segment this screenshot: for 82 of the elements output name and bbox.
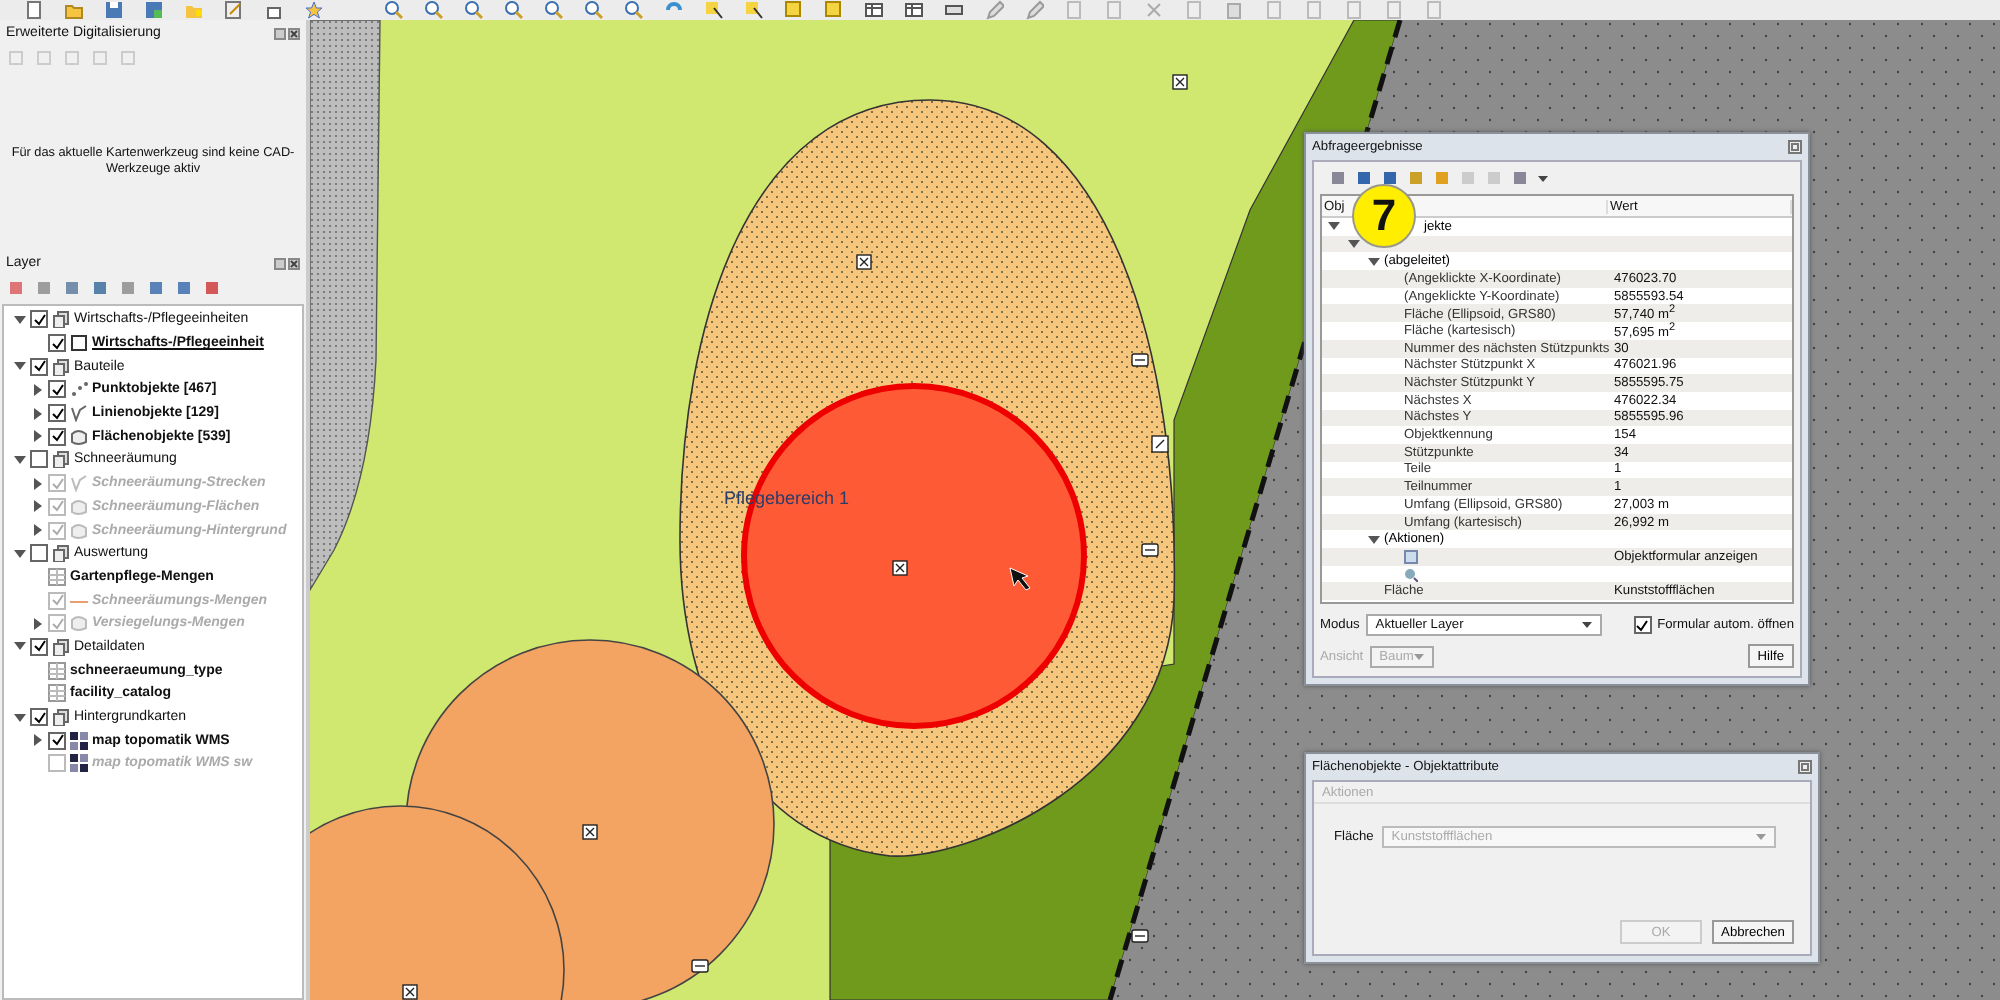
collapse-arrow-icon[interactable] <box>14 360 26 373</box>
layer-group-icon <box>52 544 70 563</box>
cross-marker-icon <box>1172 74 1188 90</box>
collapse-arrow-icon[interactable] <box>1328 220 1340 233</box>
line-icon <box>70 404 88 423</box>
layer-checkbox[interactable] <box>30 637 48 656</box>
cursor-icon <box>1009 567 1031 591</box>
table-icon <box>48 661 66 680</box>
layer-checkbox[interactable] <box>30 708 48 727</box>
bench-marker-icon <box>1131 929 1149 943</box>
cross-marker-icon <box>856 254 872 270</box>
ruler-icon[interactable] <box>944 0 964 20</box>
collapse-arrow-icon[interactable] <box>1368 533 1380 546</box>
area-icon <box>70 427 88 446</box>
layer-checkbox[interactable] <box>48 427 66 446</box>
bench-marker-icon <box>1141 543 1159 557</box>
layer-checkbox[interactable] <box>48 334 66 353</box>
table-icon[interactable] <box>864 0 884 20</box>
cross-marker-icon <box>402 984 418 1000</box>
raster-icon <box>70 754 88 773</box>
collapse-arrow-icon[interactable] <box>14 547 26 560</box>
zoom-icon[interactable] <box>504 0 524 20</box>
collapse-arrow-icon[interactable] <box>14 640 26 653</box>
zoom-icon[interactable] <box>464 0 484 20</box>
caret-icon <box>1413 651 1424 661</box>
search-settings-icon[interactable] <box>1404 567 1418 582</box>
cross-marker-icon <box>582 824 598 840</box>
restore-icon[interactable] <box>1798 760 1812 774</box>
table-icon <box>48 567 66 586</box>
zoom-icon[interactable] <box>584 0 604 20</box>
layer-group-icon <box>52 708 70 727</box>
star-icon[interactable] <box>304 0 324 20</box>
area-icon <box>70 614 88 633</box>
polygon-icon <box>70 334 88 353</box>
layer-group-icon <box>52 637 70 656</box>
expand-arrow-icon[interactable] <box>32 407 44 420</box>
layer-group-icon <box>52 310 70 329</box>
close-icon[interactable] <box>288 27 300 39</box>
expand-arrow-icon[interactable] <box>32 383 44 396</box>
layer-checkbox[interactable] <box>48 404 66 423</box>
layer-checkbox[interactable] <box>48 731 66 750</box>
restore-icon[interactable] <box>1788 140 1802 154</box>
table-icon <box>48 684 66 703</box>
points-icon <box>70 380 88 399</box>
close-icon[interactable] <box>288 257 300 269</box>
layer-checkbox[interactable] <box>30 544 48 563</box>
zoom-icon[interactable] <box>544 0 564 20</box>
caret-icon <box>1755 832 1766 842</box>
layer-group-icon <box>52 357 70 376</box>
layer-group-icon <box>52 450 70 469</box>
page-icon[interactable] <box>224 0 244 20</box>
save-icon[interactable] <box>104 0 124 20</box>
save-icon[interactable] <box>144 0 164 20</box>
layer-checkbox[interactable] <box>30 357 48 376</box>
collapse-arrow-icon[interactable] <box>14 313 26 326</box>
select-icon[interactable] <box>744 0 764 20</box>
collapse-arrow-icon[interactable] <box>14 453 26 466</box>
line-icon <box>70 474 88 493</box>
caret-icon[interactable] <box>1538 173 1548 183</box>
area-label: Pflegebereich 1 <box>724 488 850 508</box>
select-icon[interactable] <box>704 0 724 20</box>
tree-marker-icon <box>1151 435 1169 453</box>
cross-marker-icon <box>892 560 908 576</box>
collapse-arrow-icon[interactable] <box>14 711 26 724</box>
layer-checkbox[interactable] <box>30 310 48 329</box>
zoom-in-icon[interactable] <box>384 0 404 20</box>
collapse-arrow-icon[interactable] <box>1348 238 1360 251</box>
expand-arrow-icon[interactable] <box>32 734 44 747</box>
expand-arrow-icon[interactable] <box>32 430 44 443</box>
check-icon <box>1636 619 1649 631</box>
raster-icon <box>70 731 88 750</box>
bench-marker-icon <box>1131 353 1149 367</box>
layer-checkbox[interactable] <box>48 380 66 399</box>
table-icon[interactable] <box>904 0 924 20</box>
page-icon[interactable] <box>24 0 44 20</box>
layer-checkbox[interactable] <box>30 450 48 469</box>
zoom-out-icon[interactable] <box>424 0 444 20</box>
zoom-icon[interactable] <box>624 0 644 20</box>
bench-marker-icon <box>691 959 709 973</box>
caret-icon <box>1581 620 1592 630</box>
auto-open-checkbox[interactable] <box>1633 616 1652 634</box>
collapse-arrow-icon[interactable] <box>1368 255 1380 268</box>
